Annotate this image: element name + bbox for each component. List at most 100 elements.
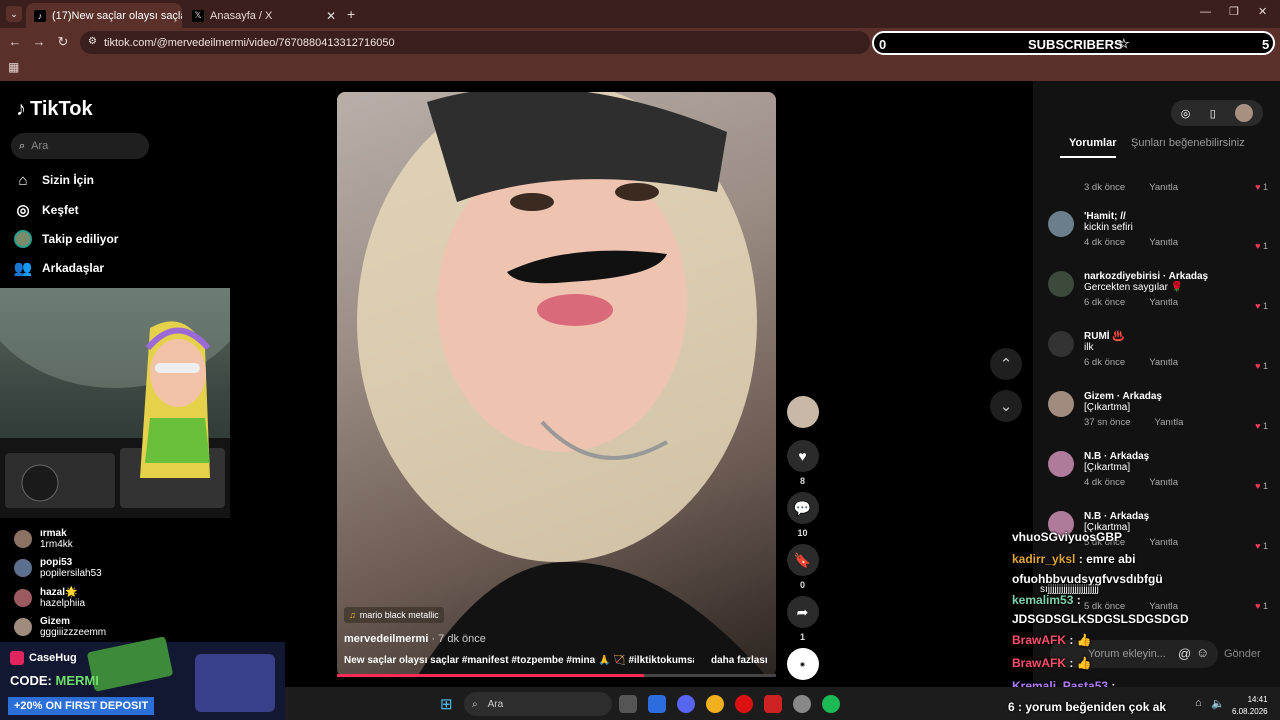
- avatar[interactable]: [1048, 331, 1074, 357]
- task-view-icon[interactable]: [619, 695, 637, 713]
- comment-item: 'Hamit; //kickin sefiri 4 dk önce Yanıtla…: [1048, 211, 1270, 255]
- windows-start-icon[interactable]: ⊞: [440, 695, 453, 713]
- new-tab-button[interactable]: +: [347, 6, 355, 22]
- network-icon[interactable]: ⌂: [1195, 697, 1202, 709]
- avatar: [14, 618, 32, 636]
- comment-like[interactable]: ♥ 1: [1255, 601, 1268, 611]
- reload-icon[interactable]: ↻: [55, 34, 71, 50]
- comment-like[interactable]: ♥ 1: [1255, 481, 1268, 491]
- taskbar-clock[interactable]: 14:41 6.08.2026: [1232, 694, 1268, 718]
- taskbar-search[interactable]: ⌕ Ara: [464, 692, 612, 716]
- bookmark-star-icon[interactable]: ☆: [1118, 36, 1130, 52]
- spotify-icon[interactable]: [822, 695, 840, 713]
- close-window-button[interactable]: ✕: [1258, 5, 1267, 18]
- discord-icon[interactable]: [677, 695, 695, 713]
- comment-like[interactable]: ♥ 1: [1255, 541, 1268, 551]
- send-button[interactable]: Gönder: [1224, 648, 1261, 660]
- emoji-icon[interactable]: ☺: [1196, 645, 1209, 660]
- avatar[interactable]: [1048, 271, 1074, 297]
- maximize-button[interactable]: ❐: [1229, 5, 1239, 18]
- comment-author[interactable]: N.B · Arkadaş: [1084, 511, 1270, 522]
- comment-time: 6 dk önce: [1084, 357, 1126, 368]
- video-caption: New saçlar olaysı saçlar #manifest #tozp…: [344, 655, 694, 666]
- tab-you-may-like[interactable]: Şunları beğenebilirsiniz: [1131, 137, 1245, 149]
- more-button[interactable]: daha fazlası: [711, 655, 768, 666]
- comment-author[interactable]: narkozdiyebirisi · Arkadaş: [1084, 271, 1270, 282]
- phone-icon[interactable]: ▯: [1210, 107, 1216, 120]
- following-item[interactable]: hazal🌟 hazelphiia: [14, 587, 85, 609]
- avatar: [14, 230, 32, 248]
- music-disc[interactable]: ◉: [786, 648, 819, 680]
- compass-icon: ◎: [16, 202, 30, 219]
- reply-button[interactable]: Yanıtla: [1149, 357, 1178, 368]
- avatar[interactable]: [1048, 451, 1074, 477]
- comment-author[interactable]: N.B · Arkadaş: [1084, 451, 1270, 462]
- obs-icon[interactable]: [793, 695, 811, 713]
- following-item[interactable]: popi53 popilersilah53: [14, 557, 102, 579]
- site-info-icon[interactable]: ⚙: [88, 36, 97, 47]
- next-video-button[interactable]: ⌄: [990, 390, 1022, 422]
- app-icon[interactable]: [764, 695, 782, 713]
- tab-search-button[interactable]: ⌄: [6, 6, 22, 22]
- reply-button[interactable]: Yanıtla: [1149, 477, 1178, 488]
- comment-like[interactable]: ♥ 1: [1255, 241, 1268, 251]
- search-placeholder: Ara: [31, 140, 49, 152]
- following-item[interactable]: ırmak 1rm4kk: [14, 528, 73, 550]
- previous-video-button[interactable]: ⌃: [990, 348, 1022, 380]
- like-count: 1: [1262, 301, 1268, 311]
- reply-button[interactable]: Yanıtla: [1149, 601, 1178, 612]
- apps-grid-icon[interactable]: ▦: [8, 60, 19, 74]
- bookmark-icon: 🔖: [786, 544, 819, 576]
- like-button[interactable]: ♥ 8: [786, 440, 819, 486]
- creator-avatar[interactable]: [786, 396, 819, 428]
- save-button[interactable]: 🔖 0: [786, 544, 819, 590]
- tiktok-logo[interactable]: ♪ TikTok: [16, 98, 93, 121]
- chrome-icon[interactable]: [706, 695, 724, 713]
- comment-author[interactable]: Gizem · Arkadaş: [1084, 391, 1270, 402]
- tab-tiktok[interactable]: ♪ (17)New saçlar olaysı saçlar #m ✕: [26, 3, 182, 28]
- app-icon[interactable]: [648, 695, 666, 713]
- video-progress-bar[interactable]: [337, 674, 776, 677]
- search-input[interactable]: ⌕ Ara: [11, 133, 149, 159]
- avatar[interactable]: [1235, 104, 1254, 122]
- comment-author[interactable]: RUMİ ♨️: [1084, 331, 1270, 342]
- comment-like[interactable]: ♥ 1: [1255, 361, 1268, 371]
- reply-button[interactable]: Yanıtla: [1149, 182, 1178, 193]
- video-player[interactable]: [337, 92, 776, 677]
- close-icon[interactable]: ✕: [326, 9, 336, 23]
- music-tag[interactable]: ♫ mario black metallic: [344, 607, 444, 623]
- mention-icon[interactable]: @: [1178, 646, 1191, 661]
- comment-author[interactable]: 'Hamit; //: [1084, 211, 1270, 222]
- back-icon[interactable]: ←: [7, 34, 23, 49]
- reply-button[interactable]: Yanıtla: [1154, 417, 1183, 428]
- forward-icon[interactable]: →: [31, 34, 47, 49]
- tab-x[interactable]: 𝕏 Anasayfa / X ✕: [184, 3, 344, 28]
- comment-like[interactable]: ♥ 1: [1255, 301, 1268, 311]
- nav-friends[interactable]: 👥 Arkadaşlar: [14, 259, 104, 277]
- casehug-sponsor-banner: CaseHug CODE: MERMI +20% ON FIRST DEPOSI…: [0, 636, 285, 720]
- nav-for-you[interactable]: ⌂ Sizin İçin: [14, 171, 94, 189]
- nav-following[interactable]: Takip ediliyor: [14, 230, 118, 248]
- reply-button[interactable]: Yanıtla: [1149, 297, 1178, 308]
- tab-comments[interactable]: Yorumlar: [1069, 137, 1116, 149]
- avatar: [14, 530, 32, 548]
- avatar[interactable]: [1048, 211, 1074, 237]
- compass-icon[interactable]: ◎: [1181, 107, 1191, 120]
- nav-explore[interactable]: ◎ Keşfet: [14, 201, 78, 219]
- minimize-button[interactable]: —: [1200, 6, 1211, 18]
- offer-badge: +20% ON FIRST DEPOSIT: [8, 697, 155, 715]
- comment-button[interactable]: 💬 10: [786, 492, 819, 538]
- opera-icon[interactable]: [735, 695, 753, 713]
- share-button[interactable]: ➦ 1: [786, 596, 819, 642]
- video-frame-illustration: [357, 92, 767, 677]
- reply-button[interactable]: Yanıtla: [1149, 537, 1178, 548]
- subscribers-label: SUBSCRIBERS: [1028, 37, 1123, 52]
- address-bar[interactable]: ⚙ tiktok.com/@mervedeilmermi/video/76708…: [80, 31, 870, 54]
- comment-like[interactable]: ♥ 1: [1255, 421, 1268, 431]
- video-author[interactable]: mervedeilmermi · 7 dk önce: [344, 633, 486, 645]
- following-item[interactable]: Gizem gggiiizzzeemm: [14, 616, 106, 638]
- volume-icon[interactable]: 🔈: [1211, 697, 1225, 710]
- comment-like[interactable]: ♥ 1: [1255, 182, 1268, 192]
- reply-button[interactable]: Yanıtla: [1149, 237, 1178, 248]
- avatar[interactable]: [1048, 391, 1074, 417]
